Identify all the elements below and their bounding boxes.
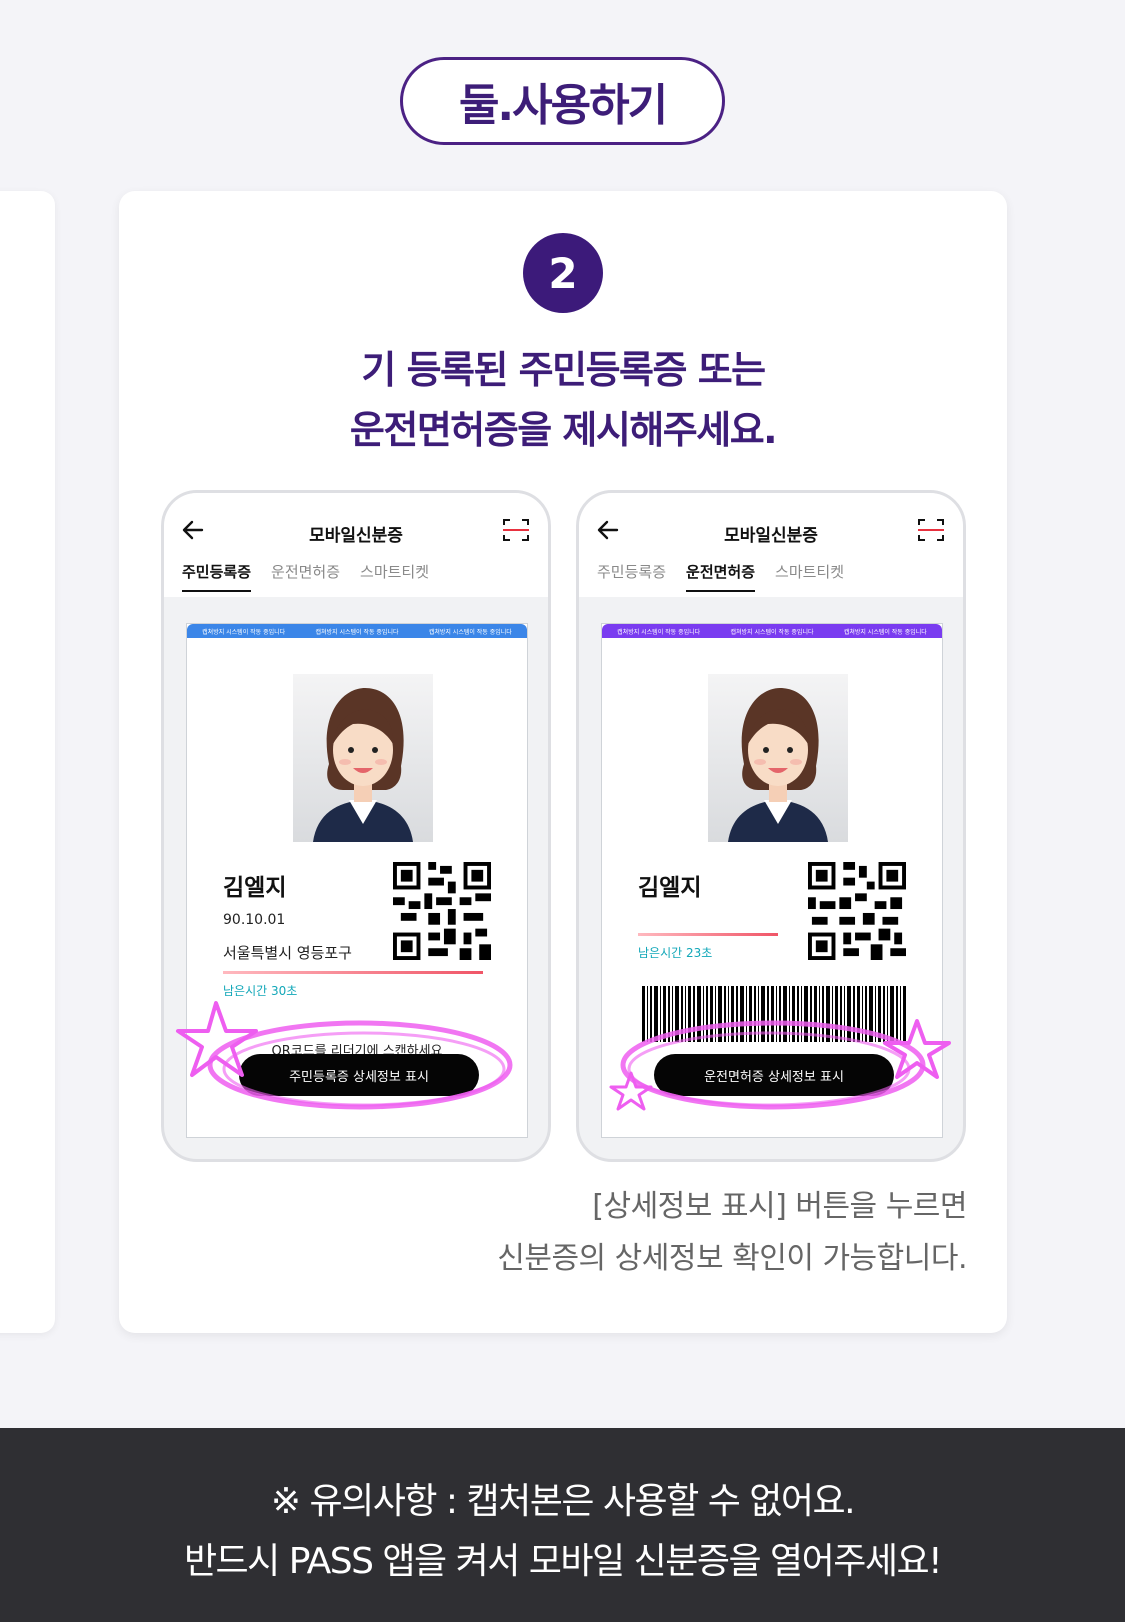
caption-line2: 신분증의 상세정보 확인이 가능합니다. [497,1241,967,1276]
id-tabs: 주민등록증 운전면허증 스마트티켓 [182,561,429,592]
step-headline-line1: 기 등록된 주민등록증 또는 [361,348,766,392]
phone-mockup-drivers-license: 모바일신분증 주민등록증 운전면허증 스마트티켓 캡쳐방지 시스템이 작동 중입… [576,490,966,1162]
scan-frame-icon[interactable] [917,517,945,543]
phone-title: 모바일신분증 [309,526,403,546]
resident-detail-button[interactable]: 주민등록증 상세정보 표시 [239,1054,479,1096]
caption-line1: [상세정보 표시] 버튼을 누르면 [592,1189,967,1224]
timer-progress [638,933,778,936]
section-label: 둘.사용하기 [458,80,668,131]
timer-progress [223,971,483,974]
notice-line1: ※ 유의사항 : 캡처본은 사용할 수 없어요. [270,1481,856,1522]
notice-line2: 반드시 PASS 앱을 켜서 모바일 신분증을 열어주세요! [183,1541,943,1582]
phone-header: 모바일신분증 주민등록증 운전면허증 스마트티켓 [579,493,963,597]
id-photo [293,674,433,842]
phone-mockup-resident-card: 모바일신분증 주민등록증 운전면허증 스마트티켓 캡쳐방지 시스템이 작동 중입… [161,490,551,1162]
id-tabs: 주민등록증 운전면허증 스마트티켓 [597,561,844,592]
resident-id-card: 캡쳐방지 시스템이 작동 중입니다 캡쳐방지 시스템이 작동 중입니다 캡쳐방지… [186,623,528,1138]
capture-protection-band: 캡쳐방지 시스템이 작동 중입니다 캡쳐방지 시스템이 작동 중입니다 캡쳐방지… [187,624,527,638]
phone-title: 모바일신분증 [724,526,818,546]
notice-footer: ※ 유의사항 : 캡처본은 사용할 수 없어요. 반드시 PASS 앱을 켜서 … [0,1428,1125,1622]
scan-frame-icon[interactable] [502,517,530,543]
phone-header: 모바일신분증 주민등록증 운전면허증 스마트티켓 [164,493,548,597]
previous-step-card[interactable]: 름 [0,191,55,1333]
id-photo [708,674,848,842]
tab-drivers-license[interactable]: 운전면허증 [271,561,340,592]
remaining-time: 남은시간 23초 [638,946,713,960]
holder-name: 김엘지 [223,875,287,901]
capture-protection-band: 캡쳐방지 시스템이 작동 중입니다 캡쳐방지 시스템이 작동 중입니다 캡쳐방지… [602,624,942,638]
tab-smart-ticket[interactable]: 스마트티켓 [360,561,429,592]
tab-drivers-license[interactable]: 운전면허증 [686,561,756,592]
step-number-badge: 2 [523,233,603,313]
step-headline-line2: 운전면허증을 제시해주세요. [349,408,778,452]
holder-name: 김엘지 [638,875,702,901]
qr-code [393,862,491,960]
tab-smart-ticket[interactable]: 스마트티켓 [775,561,844,592]
qr-code [808,862,906,960]
remaining-time: 남은시간 30초 [223,984,298,998]
holder-birthdate: 90.10.01 [223,912,286,928]
tab-resident-card[interactable]: 주민등록증 [597,561,666,592]
section-label-pill: 둘.사용하기 [400,57,725,145]
license-detail-button[interactable]: 운전면허증 상세정보 표시 [654,1054,894,1096]
tab-resident-card[interactable]: 주민등록증 [182,561,252,592]
step-card: 2 기 등록된 주민등록증 또는 운전면허증을 제시해주세요. 모바일신분증 주… [119,191,1007,1333]
drivers-license-card: 캡쳐방지 시스템이 작동 중입니다 캡쳐방지 시스템이 작동 중입니다 캡쳐방지… [601,623,943,1138]
barcode [642,986,906,1042]
holder-address: 서울특별시 영등포구 [223,944,352,962]
